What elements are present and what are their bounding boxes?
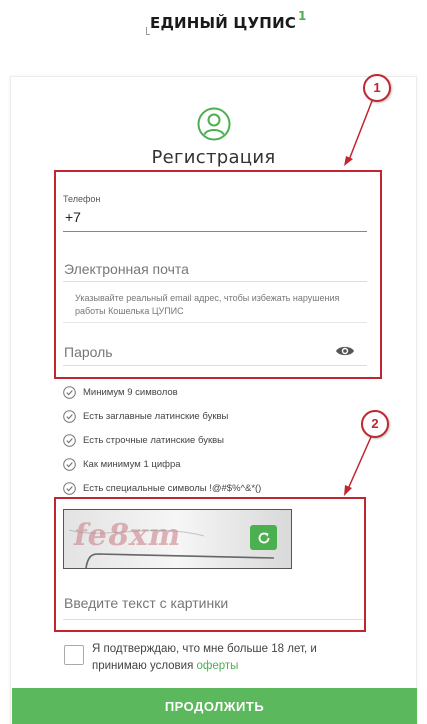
check-circle-icon [63,433,76,447]
offer-link[interactable]: оферты [197,660,239,672]
annotation-marker-1: 1 [363,74,391,102]
logo-superscript: 1 [298,9,307,23]
rule-label: Минимум 9 символов [83,386,178,398]
rule-label: Есть заглавные латинские буквы [83,410,229,422]
rule-item: Есть заглавные латинские буквы [63,404,261,428]
user-circle-icon [197,107,231,141]
annotation-marker-2: 2 [361,410,389,438]
continue-button[interactable]: ПРОДОЛЖИТЬ [12,688,417,724]
check-circle-icon [63,481,76,495]
age-agreement-checkbox[interactable] [64,645,84,665]
rule-item: Минимум 9 символов [63,380,261,404]
logo: ЕДИНЫЙ ЦУПИС 1 [150,9,307,32]
password-rules: Минимум 9 символов Есть заглавные латинс… [63,380,261,500]
rule-label: Есть специальные символы !@#$%^&*() [83,482,262,494]
annotation-box-2 [54,497,366,632]
rule-item: Как минимум 1 цифра [63,452,261,476]
rule-label: Есть строчные латинские буквы [83,434,224,446]
rule-item: Есть строчные латинские буквы [63,428,261,452]
rule-label: Как минимум 1 цифра [83,458,181,470]
logo-text: ЕДИНЫЙ ЦУПИС [150,14,297,32]
check-circle-icon [63,457,76,471]
annotation-box-1 [54,170,382,379]
logo-corner-mark [146,27,150,35]
agreement-text: Я подтверждаю, что мне больше 18 лет, и … [92,641,352,675]
page-title: Регистрация [151,147,276,168]
check-circle-icon [63,385,76,399]
check-circle-icon [63,409,76,423]
